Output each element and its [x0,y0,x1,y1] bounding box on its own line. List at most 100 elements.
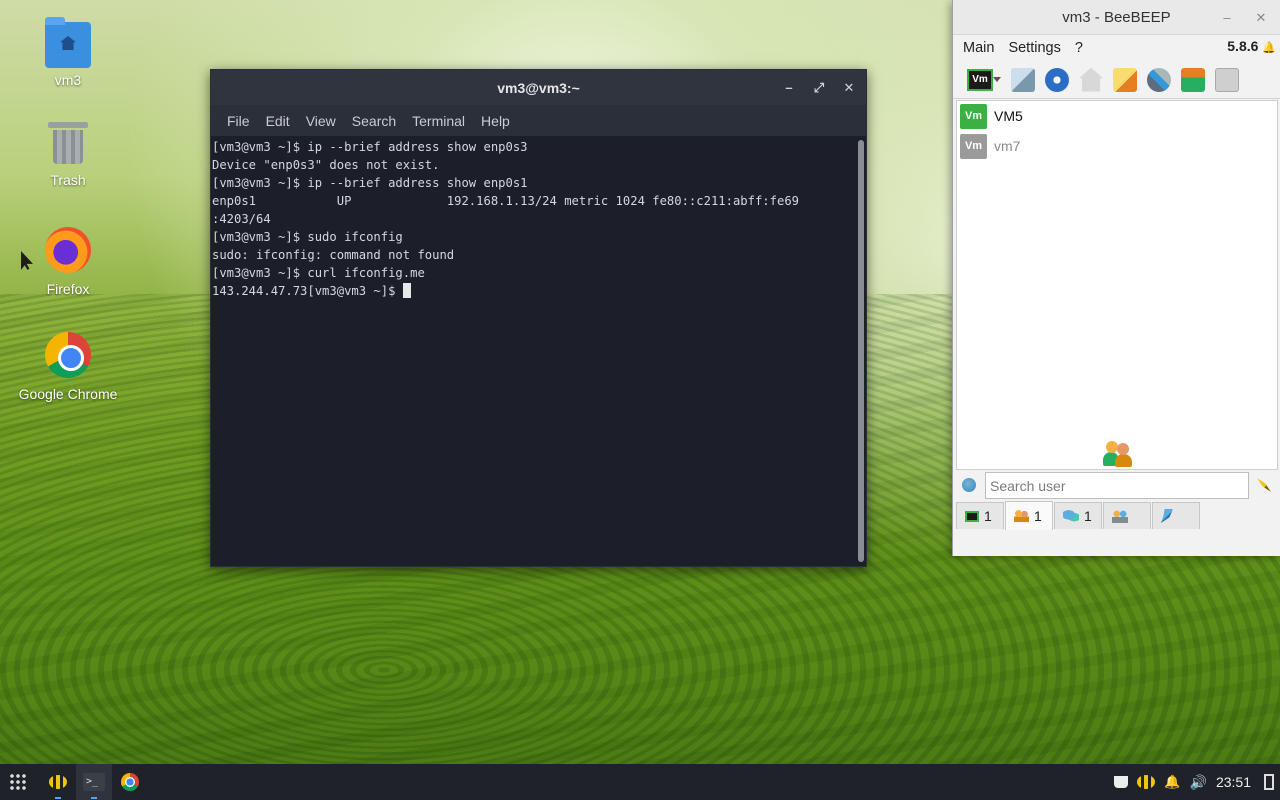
edit-profile-icon[interactable] [1011,67,1035,92]
menu-help[interactable]: ? [1075,40,1097,56]
vm-badge-offline-icon: Vm [960,133,987,159]
terminal-scrollbar[interactable] [858,140,864,562]
note-icon[interactable] [1113,67,1137,92]
version-label: 5.8.6 🔔 [1227,38,1276,54]
pin-icon [1161,509,1173,523]
tab-chats[interactable]: 1 [1054,502,1102,529]
tab-count: 1 [1084,508,1092,524]
menu-help[interactable]: Help [473,113,518,129]
clear-search-icon[interactable] [1257,478,1271,492]
tab-groups[interactable] [1103,502,1151,529]
desktop-icon-home[interactable]: vm3 [10,17,126,88]
terminal-line: [vm3@vm3 ~]$ curl ifconfig.me [212,266,425,280]
menu-terminal[interactable]: Terminal [404,113,473,129]
terminal-line: [vm3@vm3 ~]$ ip --brief address show enp… [212,176,528,190]
taskbar-chrome[interactable] [112,764,148,800]
terminal-menubar: File Edit View Search Terminal Help [211,105,866,136]
volume-icon[interactable]: 🔊 [1190,774,1207,791]
beebeep-toolbar: Vm [953,61,1280,99]
minimize-icon[interactable]: – [782,80,796,95]
app-launcher-button[interactable] [0,764,36,800]
tab-users[interactable]: 1 [1005,501,1053,530]
search-row [953,472,1280,500]
terminal-prompt-line: 143.244.47.73[vm3@vm3 ~]$ [212,282,854,300]
apps-grid-icon [9,773,27,791]
menu-search[interactable]: Search [344,113,404,129]
terminal-window[interactable]: vm3@vm3:~ – ⤢ ✕ File Edit View Search Te… [210,69,867,567]
home-icon[interactable] [1079,67,1103,92]
terminal-line: :4203/64 [212,212,271,226]
menu-settings[interactable]: Settings [1008,40,1074,56]
tab-count: 1 [984,508,992,524]
terminal-line: enp0s1 UP 192.168.1.13/24 metric 1024 fe… [212,194,799,208]
desktop-icon-label: Google Chrome [18,386,118,402]
globe-icon[interactable] [962,478,976,492]
tab-computers[interactable]: 1 [956,502,1004,529]
tab-count: 1 [1034,508,1042,524]
user-row-vm5[interactable]: Vm VM5 [957,101,1277,131]
bee-icon [49,775,67,789]
user-name: vm7 [994,138,1021,154]
vm-badge-online-icon: Vm [960,103,987,129]
terminal-titlebar[interactable]: vm3@vm3:~ – ⤢ ✕ [211,70,866,105]
menu-edit[interactable]: Edit [258,113,298,129]
user-name: VM5 [994,108,1023,124]
desktop-icon-label: Trash [50,172,86,188]
chevron-down-icon[interactable] [993,77,1001,82]
users-icon [1014,510,1029,522]
tools-icon[interactable] [1147,67,1171,92]
taskbar: >_ 🔔 🔊 23:51 [0,764,1280,800]
taskbar-terminal[interactable]: >_ [76,764,112,800]
window-title: vm3 - BeeBEEP [1062,8,1171,26]
beebeep-titlebar[interactable]: vm3 - BeeBEEP – ✕ [953,0,1280,35]
show-desktop-icon[interactable] [1264,774,1274,790]
chrome-icon [45,332,91,378]
text-cursor [402,283,411,298]
chrome-icon [121,773,139,791]
coffee-icon[interactable] [1114,776,1129,788]
home-folder-icon [45,17,91,68]
bee-icon[interactable] [1137,775,1156,789]
beebeep-menubar: Main Settings ? 5.8.6 🔔 [953,35,1280,61]
firefox-icon [45,227,91,273]
terminal-line: Device "enp0s3" does not exist. [212,158,440,172]
menu-view[interactable]: View [298,113,344,129]
status-vm-icon[interactable]: Vm [967,68,993,91]
terminal-output[interactable]: [vm3@vm3 ~]$ ip --brief address show enp… [211,136,854,566]
terminal-line: [vm3@vm3 ~]$ ip --brief address show enp… [212,140,528,154]
tab-pins[interactable] [1152,502,1200,529]
taskbar-beebeep[interactable] [40,764,76,800]
search-input[interactable] [985,472,1249,499]
desktop-icon-label: Firefox [46,281,90,297]
chat-icon [1063,510,1079,522]
computer-icon [965,510,979,522]
people-icon [1103,441,1133,467]
bottom-tabs: 1 1 1 [956,501,1201,530]
system-tray: 🔔 🔊 23:51 [1114,764,1280,800]
terminal-line: [vm3@vm3 ~]$ sudo ifconfig [212,230,403,244]
close-icon[interactable]: ✕ [1254,10,1268,26]
network-icon[interactable] [1045,67,1069,92]
window-title: vm3@vm3:~ [497,79,580,96]
user-row-vm7[interactable]: Vm vm7 [957,131,1277,161]
menu-main[interactable]: Main [963,40,1008,56]
running-indicator [55,797,61,799]
minimize-icon[interactable]: – [1220,10,1234,25]
clock[interactable]: 23:51 [1216,774,1251,790]
maximize-icon[interactable]: ⤢ [812,80,826,96]
bin-icon[interactable] [1215,67,1239,92]
user-list[interactable]: Vm VM5 Vm vm7 [956,100,1278,470]
folder-share-icon[interactable] [1181,67,1205,92]
running-indicator [91,797,97,799]
beebeep-window[interactable]: vm3 - BeeBEEP – ✕ Main Settings ? 5.8.6 … [952,0,1280,556]
close-icon[interactable]: ✕ [842,80,856,96]
trash-icon [48,122,88,164]
bell-icon[interactable]: 🔔 [1164,774,1180,790]
bell-icon: 🔔 [1262,42,1276,54]
desktop-icon-label: vm3 [54,72,82,88]
desktop-icon-chrome[interactable]: Google Chrome [10,332,126,402]
menu-file[interactable]: File [219,113,258,129]
desktop-icon-trash[interactable]: Trash [10,122,126,188]
terminal-icon: >_ [83,773,105,791]
group-icon [1112,509,1128,523]
